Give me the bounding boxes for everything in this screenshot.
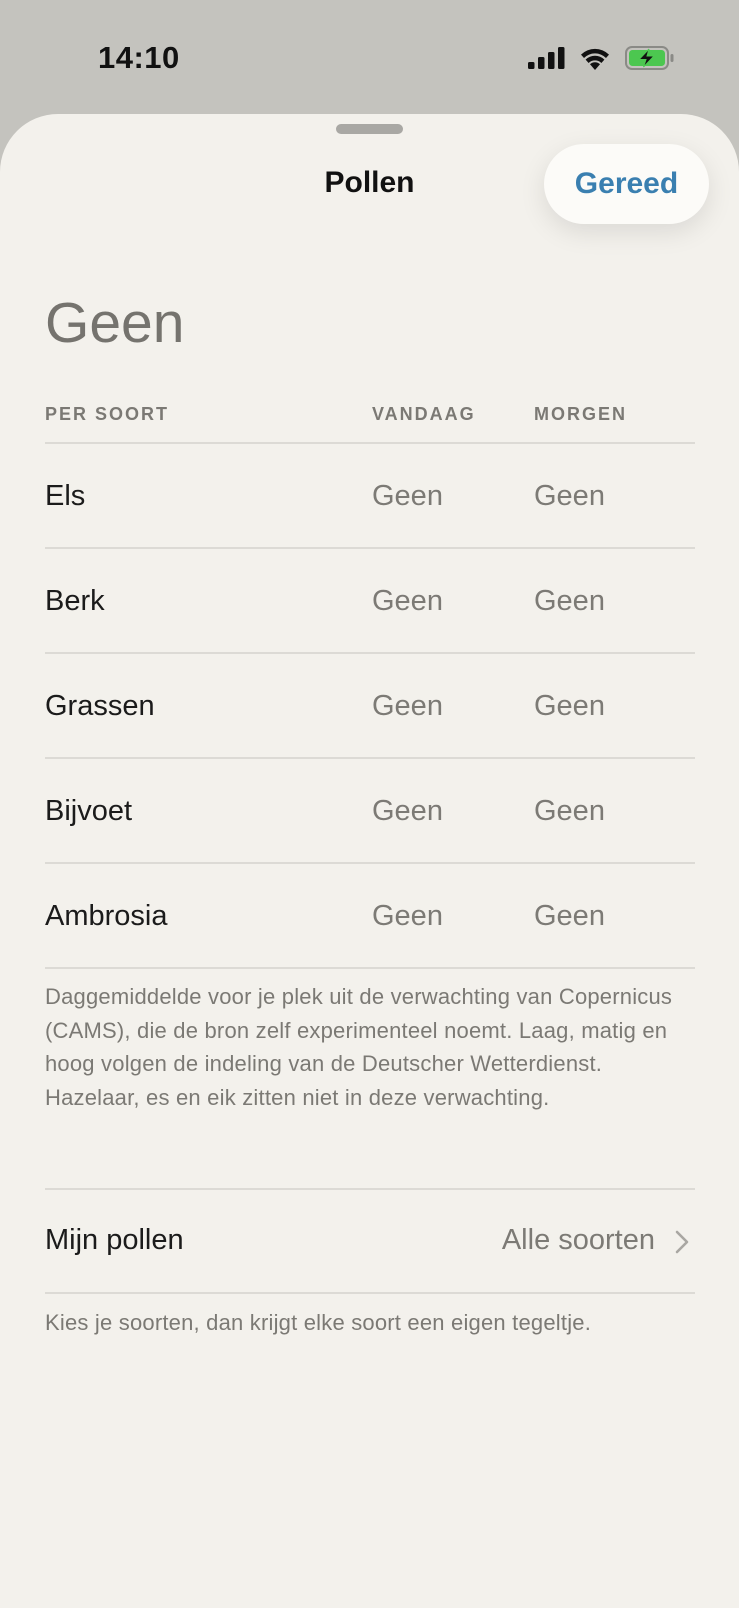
tomorrow-level: Geen (534, 900, 605, 932)
status-icons (528, 46, 675, 70)
today-level: Geen (372, 795, 443, 827)
my-pollen-label: Mijn pollen (45, 1224, 184, 1256)
wifi-icon (581, 48, 609, 70)
status-time: 14:10 (98, 40, 180, 75)
species-name: Grassen (45, 690, 155, 722)
my-pollen-value: Alle soorten (501, 1224, 655, 1256)
today-level: Geen (372, 480, 443, 512)
my-pollen-hint: Kies je soorten, dan krijgt elke soort e… (45, 1310, 592, 1335)
done-button[interactable]: Gereed (544, 144, 709, 224)
species-name: Ambrosia (45, 900, 168, 932)
table-row: Ambrosia Geen Geen (45, 864, 695, 969)
species-name: Bijvoet (45, 795, 133, 827)
pollen-summary: Geen (45, 291, 185, 355)
cellular-signal-icon (528, 47, 565, 69)
tomorrow-level: Geen (534, 795, 605, 827)
pollen-table: PER SOORT VANDAAG MORGEN Els Geen Geen B… (45, 396, 695, 969)
today-level: Geen (372, 690, 443, 722)
my-pollen-row[interactable]: Mijn pollen Alle soorten (45, 1190, 695, 1294)
tomorrow-level: Geen (534, 480, 605, 512)
table-row: Grassen Geen Geen (45, 654, 695, 759)
today-level: Geen (372, 900, 443, 932)
species-name: Berk (45, 585, 105, 617)
tomorrow-level: Geen (534, 690, 605, 722)
table-header: PER SOORT VANDAAG MORGEN (45, 396, 695, 444)
header-vandaag: VANDAAG (372, 404, 476, 424)
status-bar: 14:10 (0, 0, 739, 115)
divider (45, 1292, 695, 1294)
table-row: Berk Geen Geen (45, 549, 695, 654)
today-level: Geen (372, 585, 443, 617)
table-row: Bijvoet Geen Geen (45, 759, 695, 864)
chevron-right-icon (675, 1230, 689, 1254)
header-per-soort: PER SOORT (45, 404, 170, 424)
battery-charging-icon (625, 46, 674, 70)
source-footnote: Daggemiddelde voor je plek uit de verwac… (45, 984, 673, 1110)
pollen-sheet: Pollen Gereed Geen PER SOORT VANDAAG MOR… (0, 114, 739, 1608)
tomorrow-level: Geen (534, 585, 605, 617)
sheet-grabber[interactable] (336, 124, 403, 134)
header-morgen: MORGEN (534, 404, 627, 424)
species-name: Els (45, 480, 86, 512)
table-row: Els Geen Geen (45, 444, 695, 549)
